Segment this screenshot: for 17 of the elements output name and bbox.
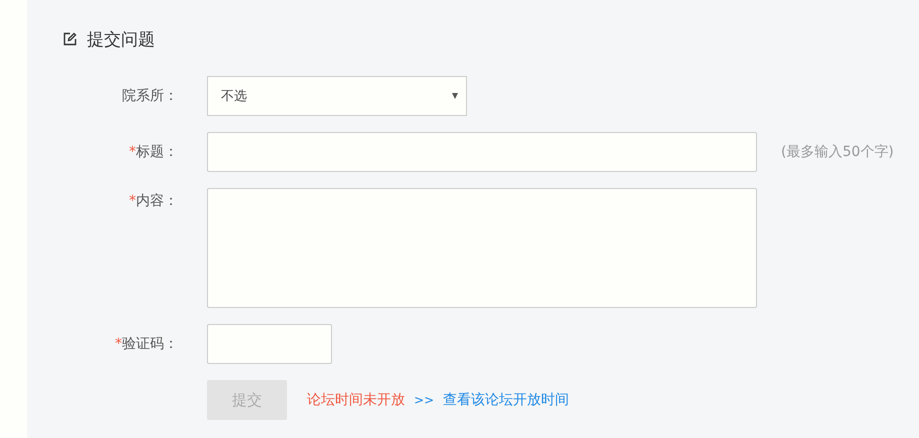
field-hint: (最多输入50个字) <box>781 143 894 161</box>
field-label: 验证码： <box>122 336 178 352</box>
textarea-field[interactable] <box>207 188 757 308</box>
select-field[interactable]: 不选 <box>207 76 467 116</box>
forum-hours-link[interactable]: 查看该论坛开放时间 <box>443 391 570 409</box>
section-title: 提交问题 <box>87 28 155 50</box>
separator-text: >> <box>414 393 434 407</box>
required-mark: * <box>115 336 122 352</box>
field-label: 院系所： <box>122 88 178 104</box>
input-field[interactable] <box>207 324 332 364</box>
edit-icon <box>63 32 77 46</box>
notice-message: 论坛时间未开放 <box>307 391 405 409</box>
field-label: 内容： <box>136 193 178 209</box>
input-field[interactable] <box>207 132 757 172</box>
required-mark: * <box>129 144 136 160</box>
required-mark: * <box>129 193 136 209</box>
field-label: 标题： <box>136 144 178 160</box>
